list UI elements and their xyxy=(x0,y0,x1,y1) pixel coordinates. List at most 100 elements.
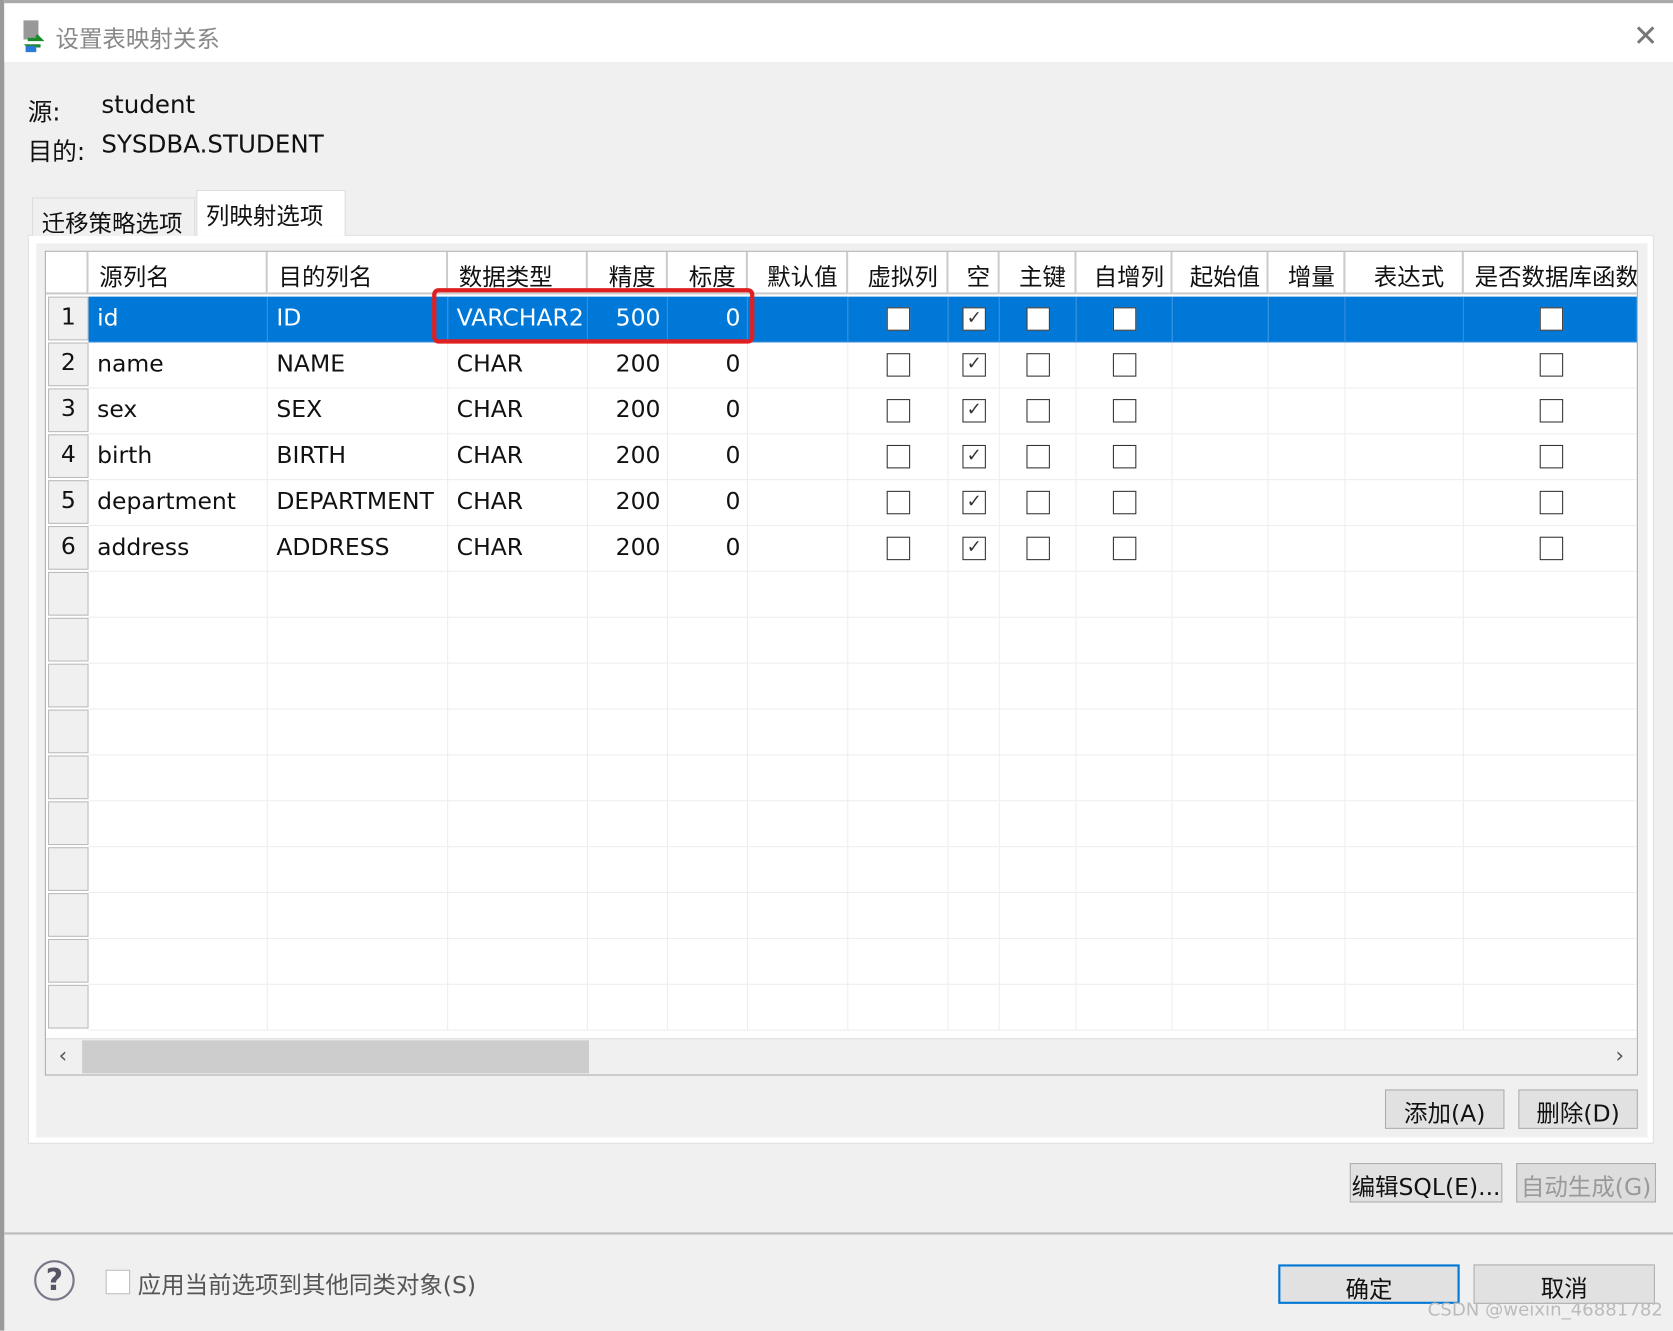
cell-db-function[interactable] xyxy=(1463,847,1637,894)
header-start-value[interactable]: 起始值 xyxy=(1172,251,1269,295)
cell-source-column[interactable]: address xyxy=(88,526,268,572)
cell-start-value[interactable] xyxy=(1172,709,1269,756)
cell-start-value[interactable] xyxy=(1172,617,1269,664)
cell-db-function[interactable] xyxy=(1463,755,1637,802)
cell-db-function[interactable] xyxy=(1463,985,1637,1031)
cell-expression[interactable] xyxy=(1345,342,1464,389)
cell-source-column[interactable]: sex xyxy=(88,388,268,435)
cell-source-column[interactable] xyxy=(88,801,268,848)
cell-virtual[interactable] xyxy=(848,801,949,848)
cell-start-value[interactable] xyxy=(1172,526,1269,572)
cell-db-function[interactable] xyxy=(1463,664,1637,710)
cell-increment[interactable] xyxy=(1268,617,1346,664)
cell-default-value[interactable] xyxy=(747,938,849,985)
cell-scale[interactable]: 0 xyxy=(667,480,748,527)
cell-target-column[interactable]: ID xyxy=(267,296,449,343)
cell-source-column[interactable] xyxy=(88,755,268,802)
cell-auto-increment[interactable] xyxy=(1076,296,1173,343)
cell-precision[interactable] xyxy=(587,663,668,710)
cell-data-type[interactable] xyxy=(448,571,588,618)
cell-db-function[interactable] xyxy=(1463,434,1637,481)
cell-db-function[interactable] xyxy=(1463,343,1637,389)
cell-target-column[interactable]: NAME xyxy=(267,342,449,389)
cell-nullable[interactable]: ✓ xyxy=(948,296,1000,343)
cell-virtual[interactable] xyxy=(848,526,949,572)
ok-button[interactable]: 确定 xyxy=(1278,1264,1460,1304)
virtual-checkbox[interactable] xyxy=(886,536,911,561)
cell-precision[interactable]: 200 xyxy=(587,342,668,389)
db-function-checkbox[interactable] xyxy=(1539,536,1564,561)
auto-generate-button[interactable]: 自动生成(G) xyxy=(1516,1163,1656,1203)
cell-db-function[interactable] xyxy=(1463,388,1637,435)
scroll-left-icon[interactable]: ‹ xyxy=(59,1042,68,1068)
cell-target-column[interactable]: SEX xyxy=(267,388,449,435)
cell-auto-increment[interactable] xyxy=(1076,434,1173,481)
cell-primary-key[interactable] xyxy=(999,938,1077,985)
header-source-column[interactable]: 源列名 xyxy=(88,251,268,295)
close-icon[interactable]: ✕ xyxy=(1633,18,1658,53)
cell-source-column[interactable] xyxy=(88,893,268,939)
virtual-checkbox[interactable] xyxy=(886,399,911,423)
cell-start-value[interactable] xyxy=(1172,938,1269,985)
cell-precision[interactable] xyxy=(587,938,668,985)
cell-nullable[interactable]: ✓ xyxy=(948,342,1000,389)
cell-auto-increment[interactable] xyxy=(1076,801,1173,848)
cell-source-column[interactable] xyxy=(88,663,268,710)
cell-nullable[interactable] xyxy=(948,663,1000,710)
nullable-checkbox[interactable]: ✓ xyxy=(962,490,986,515)
cell-start-value[interactable] xyxy=(1172,984,1269,1031)
tab-migration-strategy[interactable]: 迁移策略选项 xyxy=(32,197,196,238)
cell-default-value[interactable] xyxy=(747,434,849,481)
cell-virtual[interactable] xyxy=(848,388,949,435)
cell-expression[interactable] xyxy=(1345,984,1464,1031)
header-nullable[interactable]: 空 xyxy=(948,251,1000,295)
row-number[interactable] xyxy=(48,847,89,891)
cell-expression[interactable] xyxy=(1345,938,1464,985)
cell-primary-key[interactable] xyxy=(999,709,1077,756)
db-function-checkbox[interactable] xyxy=(1539,399,1564,423)
cell-default-value[interactable] xyxy=(747,663,849,710)
cell-expression[interactable] xyxy=(1345,617,1464,664)
primary-key-checkbox[interactable] xyxy=(1026,444,1050,469)
cell-target-column[interactable]: BIRTH xyxy=(267,434,449,481)
cell-source-column[interactable]: birth xyxy=(88,434,268,481)
cell-data-type[interactable]: CHAR xyxy=(448,342,588,389)
cell-target-column[interactable] xyxy=(267,755,449,802)
cell-increment[interactable] xyxy=(1268,296,1346,343)
row-number[interactable] xyxy=(48,938,89,983)
cell-increment[interactable] xyxy=(1268,893,1346,939)
horizontal-scrollbar[interactable]: ‹ › xyxy=(45,1038,1637,1075)
cell-scale[interactable] xyxy=(667,801,748,848)
cell-default-value[interactable] xyxy=(747,755,849,802)
cell-scale[interactable]: 0 xyxy=(667,434,748,481)
cell-nullable[interactable] xyxy=(948,938,1000,985)
cell-db-function[interactable] xyxy=(1463,710,1637,756)
cell-increment[interactable] xyxy=(1268,663,1346,710)
cell-scale[interactable] xyxy=(667,617,748,664)
cell-target-column[interactable] xyxy=(267,847,449,894)
primary-key-checkbox[interactable] xyxy=(1026,307,1050,331)
cell-expression[interactable] xyxy=(1345,663,1464,710)
cell-data-type[interactable]: CHAR xyxy=(448,480,588,527)
cell-start-value[interactable] xyxy=(1172,480,1269,527)
cell-target-column[interactable] xyxy=(267,984,449,1031)
row-number[interactable] xyxy=(48,984,89,1029)
auto-increment-checkbox[interactable] xyxy=(1112,307,1137,331)
cell-default-value[interactable] xyxy=(747,480,849,527)
header-default-value[interactable]: 默认值 xyxy=(747,251,849,295)
cell-data-type[interactable] xyxy=(448,847,588,894)
row-number[interactable]: 1 xyxy=(48,296,89,341)
cell-start-value[interactable] xyxy=(1172,388,1269,435)
cell-scale[interactable] xyxy=(667,663,748,710)
cell-precision[interactable] xyxy=(587,617,668,664)
cell-default-value[interactable] xyxy=(747,296,849,343)
cell-db-function[interactable] xyxy=(1463,480,1637,527)
cell-expression[interactable] xyxy=(1345,801,1464,848)
apply-checkbox[interactable] xyxy=(105,1269,131,1295)
cell-virtual[interactable] xyxy=(848,571,949,618)
cell-virtual[interactable] xyxy=(848,480,949,527)
cell-auto-increment[interactable] xyxy=(1076,617,1173,664)
cell-auto-increment[interactable] xyxy=(1076,893,1173,939)
header-virtual[interactable]: 虚拟列 xyxy=(848,251,949,295)
cell-virtual[interactable] xyxy=(848,434,949,481)
